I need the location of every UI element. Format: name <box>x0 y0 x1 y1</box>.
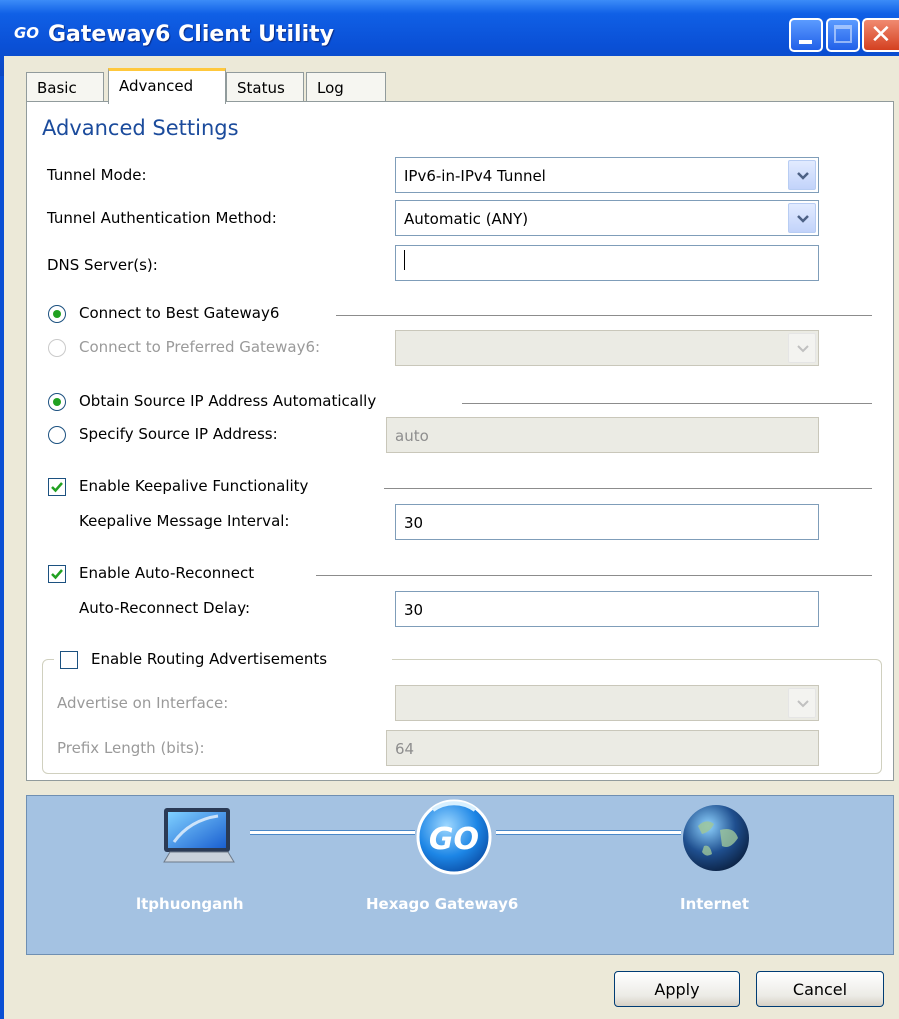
close-icon: ✕ <box>870 20 892 50</box>
best-gateway-radio[interactable] <box>48 305 66 323</box>
tab-advanced-label: Advanced <box>119 77 194 95</box>
auth-method-select[interactable]: Automatic (ANY) <box>395 200 819 236</box>
connection-line <box>496 830 681 835</box>
preferred-gateway-radio[interactable] <box>48 339 66 357</box>
radio-selected-dot <box>53 398 61 406</box>
minimize-button[interactable] <box>789 18 823 52</box>
auto-reconnect-delay-input[interactable]: 30 <box>395 591 819 627</box>
app-window: GO Gateway6 Client Utility ✕ Basic Advan… <box>0 0 899 1019</box>
computer-name-label: ltphuonganh <box>136 895 244 913</box>
keepalive-interval-label: Keepalive Message Interval: <box>79 512 290 530</box>
internet-label: Internet <box>680 895 750 913</box>
connection-line <box>250 830 415 835</box>
keepalive-label: Enable Keepalive Functionality <box>79 477 309 495</box>
radio-selected-dot <box>53 310 61 318</box>
tab-log-label: Log <box>317 79 344 97</box>
source-ip-value: auto <box>395 427 429 445</box>
preferred-gateway-select[interactable] <box>395 330 819 366</box>
divider <box>462 403 872 404</box>
specify-source-ip-radio[interactable] <box>48 426 66 444</box>
keepalive-interval-input[interactable]: 30 <box>395 504 819 540</box>
divider <box>384 488 872 489</box>
chevron-down-icon[interactable] <box>788 203 816 233</box>
tab-status-label: Status <box>237 79 285 97</box>
tunnel-mode-select[interactable]: IPv6-in-IPv4 Tunnel <box>395 157 819 193</box>
apply-button[interactable]: Apply <box>614 971 740 1007</box>
go-logo-icon: GO <box>416 799 492 875</box>
maximize-button[interactable] <box>826 18 860 52</box>
auto-reconnect-delay-value: 30 <box>404 601 424 619</box>
chevron-down-icon[interactable] <box>788 688 816 718</box>
tab-log[interactable]: Log <box>306 72 386 102</box>
specify-source-ip-label: Specify Source IP Address: <box>79 425 278 443</box>
auto-reconnect-checkbox[interactable] <box>48 565 66 583</box>
routing-checkbox[interactable] <box>60 651 78 669</box>
chevron-down-icon[interactable] <box>788 333 816 363</box>
tab-status[interactable]: Status <box>226 72 304 102</box>
tunnel-mode-value: IPv6-in-IPv4 Tunnel <box>404 167 546 185</box>
text-cursor <box>404 250 405 270</box>
dns-servers-input[interactable] <box>395 245 819 281</box>
prefix-length-input[interactable]: 64 <box>386 730 819 766</box>
preferred-gateway-label: Connect to Preferred Gateway6: <box>79 338 321 356</box>
auto-source-ip-label: Obtain Source IP Address Automatically <box>79 392 377 410</box>
globe-icon <box>683 805 749 871</box>
keepalive-checkbox[interactable] <box>48 478 66 496</box>
best-gateway-label: Connect to Best Gateway6 <box>79 304 280 322</box>
auto-reconnect-delay-label: Auto-Reconnect Delay: <box>79 599 251 617</box>
cancel-button[interactable]: Cancel <box>756 971 884 1007</box>
dns-servers-label: DNS Server(s): <box>47 256 158 274</box>
auth-method-label: Tunnel Authentication Method: <box>47 209 277 227</box>
routing-label: Enable Routing Advertisements <box>91 650 328 668</box>
auto-source-ip-radio[interactable] <box>48 393 66 411</box>
advertise-interface-select[interactable] <box>395 685 819 721</box>
monitor-icon <box>163 808 235 863</box>
section-heading: Advanced Settings <box>42 116 239 140</box>
gateway-name-label: Hexago Gateway6 <box>366 895 519 913</box>
prefix-length-value: 64 <box>395 740 415 758</box>
tab-advanced[interactable]: Advanced <box>108 68 226 104</box>
tab-basic[interactable]: Basic <box>26 72 104 102</box>
auto-reconnect-label: Enable Auto-Reconnect <box>79 564 255 582</box>
tunnel-mode-label: Tunnel Mode: <box>47 166 147 184</box>
minimize-icon <box>799 40 812 44</box>
window-title: Gateway6 Client Utility <box>48 22 334 47</box>
go-app-icon: GO <box>14 24 40 42</box>
auth-method-value: Automatic (ANY) <box>404 210 529 228</box>
prefix-length-label: Prefix Length (bits): <box>57 739 205 757</box>
tab-basic-label: Basic <box>37 79 77 97</box>
source-ip-input[interactable]: auto <box>386 417 819 453</box>
gateway-logo-text: GO <box>429 822 479 857</box>
close-button[interactable]: ✕ <box>862 18 899 52</box>
divider <box>336 315 872 316</box>
advertise-interface-label: Advertise on Interface: <box>57 694 229 712</box>
maximize-icon <box>834 25 852 43</box>
divider <box>316 575 872 576</box>
chevron-down-icon[interactable] <box>788 160 816 190</box>
keepalive-interval-value: 30 <box>404 514 424 532</box>
